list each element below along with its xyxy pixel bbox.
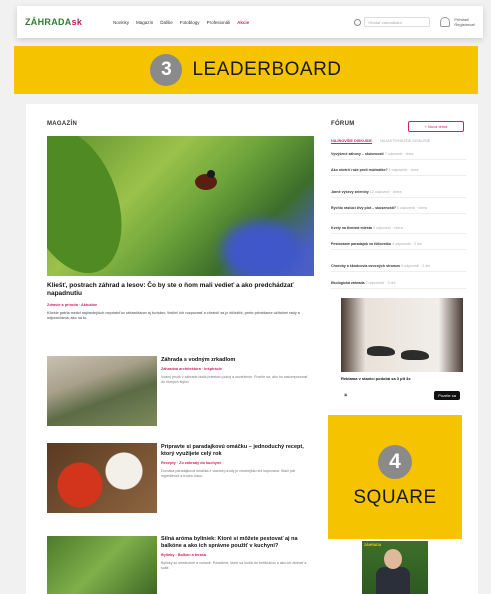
hero-excerpt: Kliešte patria medzi najčastejších nepri… (47, 311, 300, 320)
article-meta[interactable]: Recepty · Zo záhrady do kuchyne (161, 460, 311, 467)
sidebar-ad-bottom[interactable]: ZÁHRADA (362, 541, 428, 594)
article-meta[interactable]: Záhradná architektúra · Inšpirácie (161, 366, 311, 373)
article-image[interactable] (47, 356, 157, 426)
article-item: Pripravte si paradajkovú omáčku – jednod… (161, 444, 311, 479)
forum-thread[interactable]: Kvety na tienisté miesta 9 odpovedí · vč… (331, 226, 466, 234)
account-area: Prihlásiť Registrovať (440, 17, 475, 27)
site-header: ZÁHRADAsk Novinky Magazín Ďalšie Fotoblo… (17, 6, 483, 38)
nav-item-profesionali[interactable]: Profesionáli (207, 20, 231, 25)
article-meta[interactable]: Bylinky · Balkón a terasa (161, 552, 311, 559)
forum-thread[interactable]: Ako ošetriť ruže proti múčnatke? 3 odpov… (331, 168, 466, 176)
hero-image[interactable] (47, 136, 314, 276)
article-excerpt: Bylinky sú nenáročné a voňavé. Poradíme,… (161, 561, 307, 570)
hero-article: Kliešť, postrach záhrad a lesov: Čo by s… (47, 282, 312, 321)
sidebar-ad-image[interactable] (341, 298, 463, 372)
nav-item-magazin[interactable]: Magazín (136, 20, 153, 25)
article-item: Silná aróma byliniek: Ktoré si môžete pe… (161, 536, 311, 571)
search-area: Hľadať záhradkára (354, 17, 431, 27)
forum-thread[interactable]: Vyvýšené záhony – skúsenosti 7 odpovedí … (331, 152, 466, 160)
hero-title[interactable]: Kliešť, postrach záhrad a lesov: Čo by s… (47, 282, 312, 298)
forum-title: FÓRUM (331, 121, 355, 127)
nav-item-fotoblogy[interactable]: Fotoblogy (180, 20, 200, 25)
search-icon[interactable] (354, 18, 362, 26)
article-excerpt: Domáca paradajková omáčka z vlastnej úro… (161, 469, 296, 478)
magazine-title: MAGAZÍN (47, 121, 78, 127)
placement-number: 3 (150, 54, 183, 86)
new-topic-button[interactable]: + Nová téma (408, 121, 464, 132)
article-title[interactable]: Silná aróma byliniek: Ktoré si môžete pe… (161, 536, 311, 550)
article-image[interactable] (47, 443, 157, 513)
hero-meta[interactable]: Zdravie a príroda · Aktuálne (47, 301, 312, 309)
article-image[interactable] (47, 536, 157, 594)
article-title[interactable]: Záhrada s vodným zrkadlom (161, 357, 311, 364)
main-nav: Novinky Magazín Ďalšie Fotoblogy Profesi… (113, 20, 354, 25)
site-logo[interactable]: ZÁHRADAsk (25, 17, 113, 27)
nav-item-novinky[interactable]: Novinky (113, 20, 129, 25)
nav-item-akcie[interactable]: Akcie (237, 20, 249, 25)
forum-thread[interactable]: Choroby a škodcovia ovocných stromov 6 o… (331, 264, 466, 272)
tab-most-active[interactable]: NAJAKTÍVNEJŠIE DISKUSIE (380, 139, 430, 144)
placement-label: LEADERBOARD (192, 59, 342, 80)
ad-footer: ▣ Pozrite sa (341, 386, 463, 404)
nav-item-dalsie[interactable]: Ďalšie (160, 20, 173, 25)
forum-thread[interactable]: Pestovanie paradajok vo fóliovníku 4 odp… (331, 242, 466, 250)
leaderboard-placement: 3 LEADERBOARD (14, 46, 478, 94)
placement-number: 4 (378, 445, 412, 479)
ad-caption[interactable]: Reklama v stanici podobá sa 3 plt 3x (341, 376, 463, 381)
ad-bottom-label: ZÁHRADA (364, 543, 382, 547)
article-excerpt: Vodný prvok v záhrade dodá priestoru pok… (161, 375, 308, 384)
article-title[interactable]: Pripravte si paradajkovú omáčku – jednod… (161, 444, 311, 458)
forum-tabs: NAJNOVŠIE DISKUSIE NAJAKTÍVNEJŠIE DISKUS… (331, 139, 430, 144)
tab-newest[interactable]: NAJNOVŠIE DISKUSIE (331, 139, 372, 144)
forum-thread[interactable]: Jarné výsevy zeleniny 12 odpovedí · včer… (331, 190, 466, 198)
ad-logo: ▣ (344, 393, 348, 397)
user-icon[interactable] (440, 17, 451, 27)
register-link[interactable]: Registrovať (454, 22, 475, 27)
square-placement: 4 SQUARE (328, 415, 462, 539)
forum-thread[interactable]: Rýchlo rastúci živý plot – skúsenosti? 5… (331, 206, 466, 214)
search-input[interactable]: Hľadať záhradkára (364, 17, 431, 27)
placement-label: SQUARE (353, 487, 437, 508)
forum-thread[interactable]: Ekologická záhrada 2 odpovede · 3 dni (331, 281, 466, 289)
ad-cta-button[interactable]: Pozrite sa (434, 390, 460, 400)
article-item: Záhrada s vodným zrkadlom Záhradná archi… (161, 357, 311, 385)
